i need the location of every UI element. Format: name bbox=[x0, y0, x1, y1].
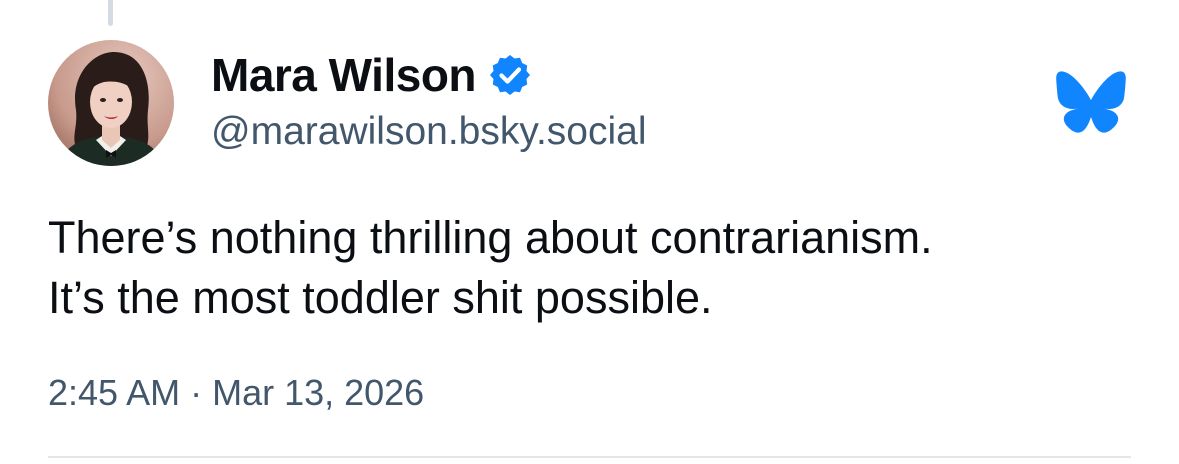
post-text-line: There’s nothing thrilling about contrari… bbox=[48, 212, 933, 263]
bluesky-butterfly-icon[interactable] bbox=[1055, 70, 1127, 134]
avatar-photo bbox=[48, 40, 174, 166]
author-handle[interactable]: @marawilson.bsky.social bbox=[211, 110, 647, 154]
avatar[interactable] bbox=[48, 40, 174, 166]
post-timestamp[interactable]: 2:45 AM · Mar 13, 2026 bbox=[48, 372, 424, 414]
verified-check-icon[interactable] bbox=[488, 53, 532, 97]
thread-connector-line bbox=[108, 0, 113, 26]
post-body: There’s nothing thrilling about contrari… bbox=[48, 208, 1138, 328]
author-display-name[interactable]: Mara Wilson bbox=[211, 48, 477, 102]
divider bbox=[48, 456, 1131, 458]
post-text-line: It’s the most toddler shit possible. bbox=[48, 272, 713, 323]
author-name-row: Mara Wilson bbox=[211, 46, 532, 104]
